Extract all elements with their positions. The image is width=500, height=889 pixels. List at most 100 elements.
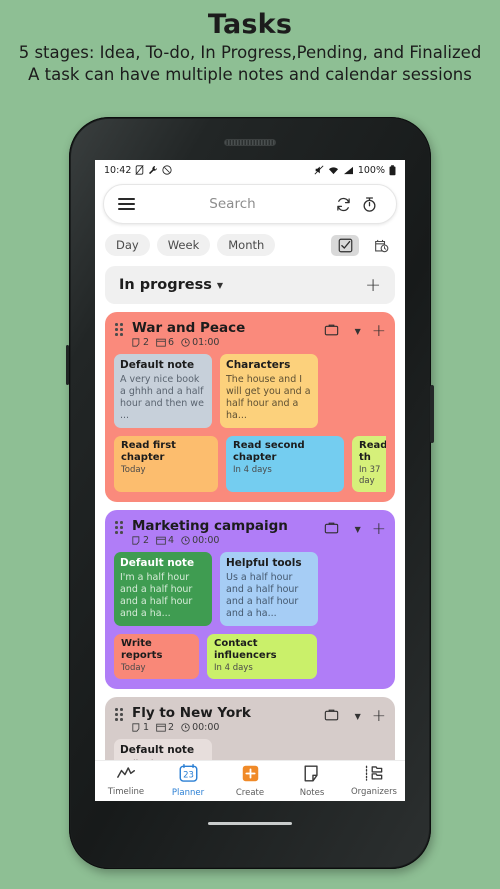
do-not-disturb-icon [162, 165, 172, 175]
chip-day[interactable]: Day [105, 234, 150, 256]
chevron-down-icon[interactable]: ▼ [355, 327, 361, 336]
phone-frame: 10:42 100% Search Day Week Month In prog… [66, 117, 434, 869]
session-list: Write reports Today Contact influencers … [114, 634, 386, 679]
poster-header: Tasks 5 stages: Idea, To-do, In Progress… [0, 0, 500, 86]
chevron-down-icon[interactable]: ▼ [355, 525, 361, 534]
chevron-down-icon[interactable]: ▼ [355, 712, 361, 721]
note-card[interactable]: Default note I'm a half hour and a half … [114, 552, 212, 626]
note-card[interactable]: Helpful tools Us a half hour and a half … [220, 552, 318, 626]
mute-icon [314, 165, 324, 175]
note-card[interactable]: Characters The house and I will get you … [220, 354, 318, 428]
briefcase-icon[interactable] [324, 707, 339, 726]
page-title: Tasks [207, 9, 293, 40]
note-body: I'm a half hour and a half hour and a ha… [120, 572, 193, 619]
poster-root: Tasks 5 stages: Idea, To-do, In Progress… [0, 0, 500, 889]
session-when: Today [121, 663, 146, 673]
nav-label: Create [235, 787, 265, 798]
task-title: Marketing campaign [132, 518, 288, 534]
note-body: A very nice book a ghhh and a half hour … [120, 374, 204, 421]
checkbox-checked-icon[interactable] [331, 234, 359, 256]
nav-label: Planner [171, 788, 205, 798]
add-item-button[interactable]: + [372, 521, 386, 538]
nav-item-timeline[interactable]: Timeline [96, 766, 156, 797]
note-count: 1 [143, 722, 150, 733]
briefcase-icon[interactable] [324, 520, 339, 539]
nav-item-notes[interactable]: Notes [282, 765, 342, 798]
session-count: 4 [168, 535, 175, 546]
stage-header-container: In progress ▼ + [95, 256, 405, 304]
drag-handle-icon[interactable] [115, 521, 125, 535]
battery-icon [389, 164, 396, 176]
nav-label: Organizers [350, 787, 397, 797]
session-chip[interactable]: Read first chapter Today [114, 436, 218, 492]
refresh-icon[interactable] [330, 196, 356, 213]
session-list: Read first chapter Today Read second cha… [114, 436, 386, 492]
task-meta: 2 6 01:00 [132, 337, 245, 348]
chip-month[interactable]: Month [217, 234, 276, 256]
task-title: War and Peace [132, 320, 246, 336]
subtitle-line-1: 5 stages: Idea, To-do, In Progress,Pendi… [18, 43, 482, 62]
nav-item-create[interactable]: Create [220, 765, 280, 798]
session-chip[interactable]: Write reports Today [114, 634, 199, 679]
calendar-clock-icon[interactable] [367, 235, 395, 256]
drag-handle-icon[interactable] [115, 323, 125, 337]
session-when: In 4 days [233, 465, 272, 475]
organizers-folder-icon [365, 765, 383, 785]
note-card[interactable]: Default note A very nice book a ghhh and… [114, 354, 212, 428]
session-title: Read th [359, 440, 386, 463]
task-card[interactable]: Marketing campaign 2 4 00:00 ▼ + Default… [105, 510, 395, 689]
wifi-icon [328, 166, 339, 175]
session-count-icon [156, 723, 166, 732]
session-chip[interactable]: Read second chapter In 4 days [226, 436, 344, 492]
power-button[interactable] [430, 385, 434, 443]
session-count-icon [156, 536, 166, 545]
nav-item-planner[interactable]: 23 Planner [158, 764, 218, 798]
task-card-header: War and Peace 2 6 01:00 ▼ + [114, 320, 386, 348]
stopwatch-icon[interactable] [356, 196, 382, 213]
search-bar[interactable]: Search [103, 184, 397, 224]
clock-icon [181, 723, 190, 732]
stage-selector[interactable]: In progress ▼ + [105, 266, 395, 304]
session-title: Read first chapter [121, 440, 176, 463]
add-item-button[interactable]: + [372, 323, 386, 340]
bottom-navigation: Timeline 23 Planner Create Notes Organiz… [95, 760, 405, 801]
session-count: 2 [168, 722, 175, 733]
home-indicator[interactable] [208, 822, 292, 825]
session-title: Write reports [121, 638, 163, 661]
session-when: In 4 days [214, 663, 253, 673]
task-card-list: War and Peace 2 6 01:00 ▼ + Default note… [95, 304, 405, 801]
status-time: 10:42 [104, 164, 132, 176]
earpiece-speaker [224, 139, 276, 146]
drag-handle-icon[interactable] [115, 708, 125, 722]
briefcase-icon[interactable] [324, 322, 339, 341]
task-duration: 00:00 [192, 722, 220, 733]
note-list: Default note I'm a half hour and a half … [114, 552, 386, 626]
filter-chip-row: Day Week Month [95, 224, 405, 256]
session-when: Today [121, 465, 146, 475]
svg-text:23: 23 [183, 771, 194, 781]
no-sim-icon [135, 165, 144, 175]
chevron-down-icon[interactable]: ▼ [217, 281, 223, 290]
timeline-chart-icon [116, 766, 136, 785]
status-bar: 10:42 100% [95, 160, 405, 180]
nav-item-organizers[interactable]: Organizers [344, 765, 404, 797]
note-body: The house and I will get you and a half … [226, 374, 311, 421]
session-chip[interactable]: Read th In 37 day [352, 436, 386, 492]
session-count-icon [156, 338, 166, 347]
add-task-button[interactable]: + [365, 275, 381, 295]
add-item-button[interactable]: + [372, 708, 386, 725]
nav-label: Notes [299, 787, 325, 798]
stage-label: In progress [119, 277, 212, 293]
note-count: 2 [143, 535, 150, 546]
search-input[interactable]: Search [135, 196, 330, 212]
session-chip[interactable]: Contact influencers In 4 days [207, 634, 317, 679]
note-count-icon [132, 338, 140, 347]
volume-button[interactable] [66, 345, 69, 385]
task-card[interactable]: War and Peace 2 6 01:00 ▼ + Default note… [105, 312, 395, 502]
note-title: Default note [120, 359, 195, 371]
chip-week[interactable]: Week [156, 234, 211, 256]
task-duration: 01:00 [192, 337, 220, 348]
note-page-icon [304, 765, 321, 786]
clock-icon [181, 536, 190, 545]
hamburger-menu-icon[interactable] [118, 198, 135, 210]
